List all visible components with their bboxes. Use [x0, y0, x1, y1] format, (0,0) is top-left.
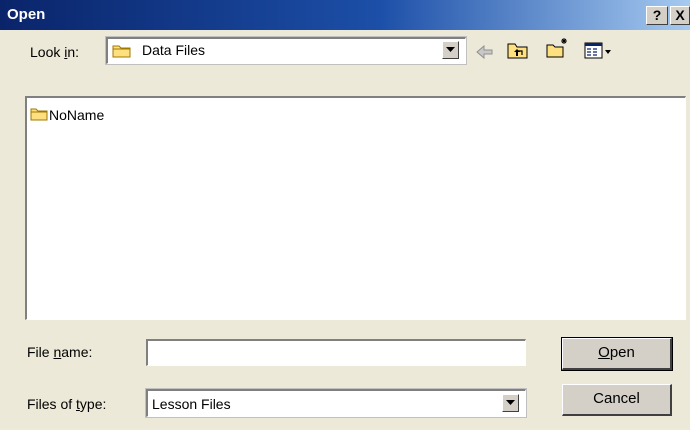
- open-button[interactable]: Open: [561, 337, 673, 371]
- chevron-down-icon: [506, 400, 515, 405]
- file-name-input[interactable]: [146, 339, 526, 366]
- files-of-type-combo[interactable]: Lesson Files: [145, 388, 527, 418]
- file-item-name: NoName: [49, 107, 105, 123]
- title-bar[interactable]: Open ? X: [0, 0, 690, 30]
- folder-icon: [112, 45, 131, 58]
- chevron-down-icon: [446, 47, 455, 52]
- files-of-type-dropdown-button[interactable]: [502, 394, 519, 412]
- close-button[interactable]: X: [670, 6, 690, 25]
- files-of-type-label: Files of type:: [27, 396, 107, 412]
- file-name-label: File name:: [27, 344, 93, 360]
- dialog-title: Open: [7, 6, 46, 23]
- help-button[interactable]: ?: [646, 6, 668, 25]
- view-menu-icon[interactable]: [584, 40, 614, 62]
- cancel-button[interactable]: Cancel: [562, 384, 672, 416]
- back-arrow-icon[interactable]: [473, 41, 497, 63]
- file-list[interactable]: NoName: [25, 96, 686, 320]
- look-in-combo[interactable]: Data Files: [105, 36, 467, 65]
- look-in-label: Look in:: [30, 44, 80, 60]
- look-in-dropdown-button[interactable]: [442, 41, 459, 59]
- look-in-value: Data Files: [142, 42, 206, 58]
- files-of-type-value: Lesson Files: [152, 396, 231, 412]
- open-dialog: Open ? X Look in: Data Files NoName File…: [0, 0, 690, 430]
- folder-icon: [30, 108, 48, 121]
- up-one-level-icon[interactable]: [506, 39, 530, 61]
- create-new-folder-icon[interactable]: [546, 37, 570, 59]
